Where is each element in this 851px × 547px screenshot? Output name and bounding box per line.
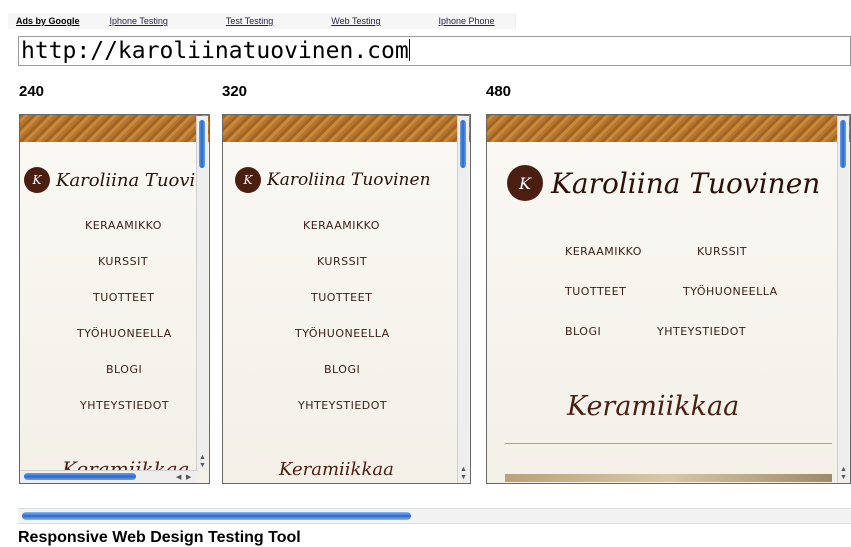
vertical-scroll-thumb[interactable] — [199, 120, 205, 168]
viewport-frame-480[interactable]: K Karoliina Tuovinen KERAAMIKKO KURSSIT … — [486, 114, 851, 484]
nav-link-tuotteet[interactable]: TUOTTEET — [311, 291, 372, 304]
viewport-label-480: 480 — [486, 83, 512, 100]
ads-bar: Ads by Google Iphone Testing Test Testin… — [8, 13, 516, 29]
site-logo[interactable]: K Karoliina Tuovin — [24, 167, 207, 193]
logo-text: Karoliina Tuovinen — [267, 170, 431, 190]
viewport-frame-320[interactable]: K Karoliina Tuovinen KERAAMIKKO KURSSIT … — [222, 114, 471, 484]
nav-link-tyohuoneella[interactable]: TYÖHUONEELLA — [683, 285, 778, 298]
site-logo[interactable]: K Karoliina Tuovinen — [507, 165, 820, 201]
vertical-scrollbar[interactable]: ▲ ▼ — [196, 116, 208, 470]
vertical-scrollbar[interactable]: ▲ ▼ — [837, 116, 849, 482]
logo-mark-icon: K — [24, 167, 50, 193]
nav-link-tuotteet[interactable]: TUOTTEET — [93, 291, 154, 304]
viewport-label-240: 240 — [19, 83, 45, 100]
scroll-left-arrow-icon[interactable]: ◀ — [176, 473, 181, 481]
logo-text: Karoliina Tuovin — [56, 169, 207, 191]
text-caret — [408, 39, 410, 61]
divider-line — [505, 443, 832, 444]
nav-link-blogi[interactable]: BLOGI — [565, 325, 601, 338]
nav-link-keraamikko[interactable]: KERAAMIKKO — [85, 219, 162, 232]
nav-link-keraamikko[interactable]: KERAAMIKKO — [565, 245, 642, 258]
nav-link-yhteystiedot[interactable]: YHTEYSTIEDOT — [80, 399, 169, 412]
page-background — [20, 142, 209, 483]
nav-link-tyohuoneella[interactable]: TYÖHUONEELLA — [77, 327, 172, 340]
site-logo[interactable]: K Karoliina Tuovinen — [235, 167, 431, 193]
header-texture — [20, 115, 209, 142]
vertical-scroll-thumb[interactable] — [840, 120, 846, 168]
horizontal-scrollbar[interactable]: ◀ ▶ — [20, 470, 198, 483]
nav-link-kurssit[interactable]: KURSSIT — [98, 255, 148, 268]
ad-link-web-testing[interactable]: Web Testing — [331, 16, 380, 26]
page-horizontal-scroll-thumb[interactable] — [22, 512, 411, 520]
scroll-down-arrow-icon[interactable]: ▼ — [199, 462, 206, 469]
page-background — [223, 142, 470, 483]
vertical-scroll-thumb[interactable] — [460, 120, 466, 168]
content-image — [505, 474, 832, 482]
tool-title: Responsive Web Design Testing Tool — [18, 529, 301, 546]
nav-link-tuotteet[interactable]: TUOTTEET — [565, 285, 626, 298]
logo-mark-icon: K — [507, 165, 543, 201]
section-heading: Keramiikkaa — [567, 391, 740, 422]
viewport-frame-240[interactable]: K Karoliina Tuovin KERAAMIKKO KURSSIT TU… — [19, 114, 210, 484]
scroll-right-arrow-icon[interactable]: ▶ — [186, 473, 191, 481]
scroll-up-arrow-icon[interactable]: ▲ — [460, 466, 467, 473]
logo-text: Karoliina Tuovinen — [551, 166, 821, 200]
url-input-value: http://karoliinatuovinen.com — [21, 38, 409, 64]
ads-by-google-link[interactable]: Ads by Google — [8, 16, 92, 26]
scroll-up-arrow-icon[interactable]: ▲ — [199, 454, 206, 461]
url-input[interactable]: http://karoliinatuovinen.com — [18, 36, 851, 66]
scroll-down-arrow-icon[interactable]: ▼ — [460, 474, 467, 481]
ad-link-iphone-testing[interactable]: Iphone Testing — [110, 16, 168, 26]
ad-link-iphone-phone[interactable]: Iphone Phone — [438, 16, 494, 26]
logo-mark-icon: K — [235, 167, 261, 193]
header-texture — [487, 115, 850, 142]
nav-link-tyohuoneella[interactable]: TYÖHUONEELLA — [295, 327, 390, 340]
nav-link-blogi[interactable]: BLOGI — [106, 363, 142, 376]
nav-link-yhteystiedot[interactable]: YHTEYSTIEDOT — [657, 325, 746, 338]
scroll-up-arrow-icon[interactable]: ▲ — [840, 466, 847, 473]
nav-link-keraamikko[interactable]: KERAAMIKKO — [303, 219, 380, 232]
nav-link-kurssit[interactable]: KURSSIT — [317, 255, 367, 268]
horizontal-scroll-thumb[interactable] — [24, 473, 136, 480]
nav-link-yhteystiedot[interactable]: YHTEYSTIEDOT — [298, 399, 387, 412]
scroll-down-arrow-icon[interactable]: ▼ — [840, 474, 847, 481]
nav-link-kurssit[interactable]: KURSSIT — [697, 245, 747, 258]
section-heading: Keramiikkaa — [279, 459, 394, 480]
ad-link-test-testing[interactable]: Test Testing — [226, 16, 273, 26]
vertical-scrollbar[interactable]: ▲ ▼ — [457, 116, 469, 482]
nav-link-blogi[interactable]: BLOGI — [324, 363, 360, 376]
page-horizontal-scrollbar[interactable] — [18, 508, 851, 524]
header-texture — [223, 115, 470, 142]
viewport-label-320: 320 — [222, 83, 248, 100]
